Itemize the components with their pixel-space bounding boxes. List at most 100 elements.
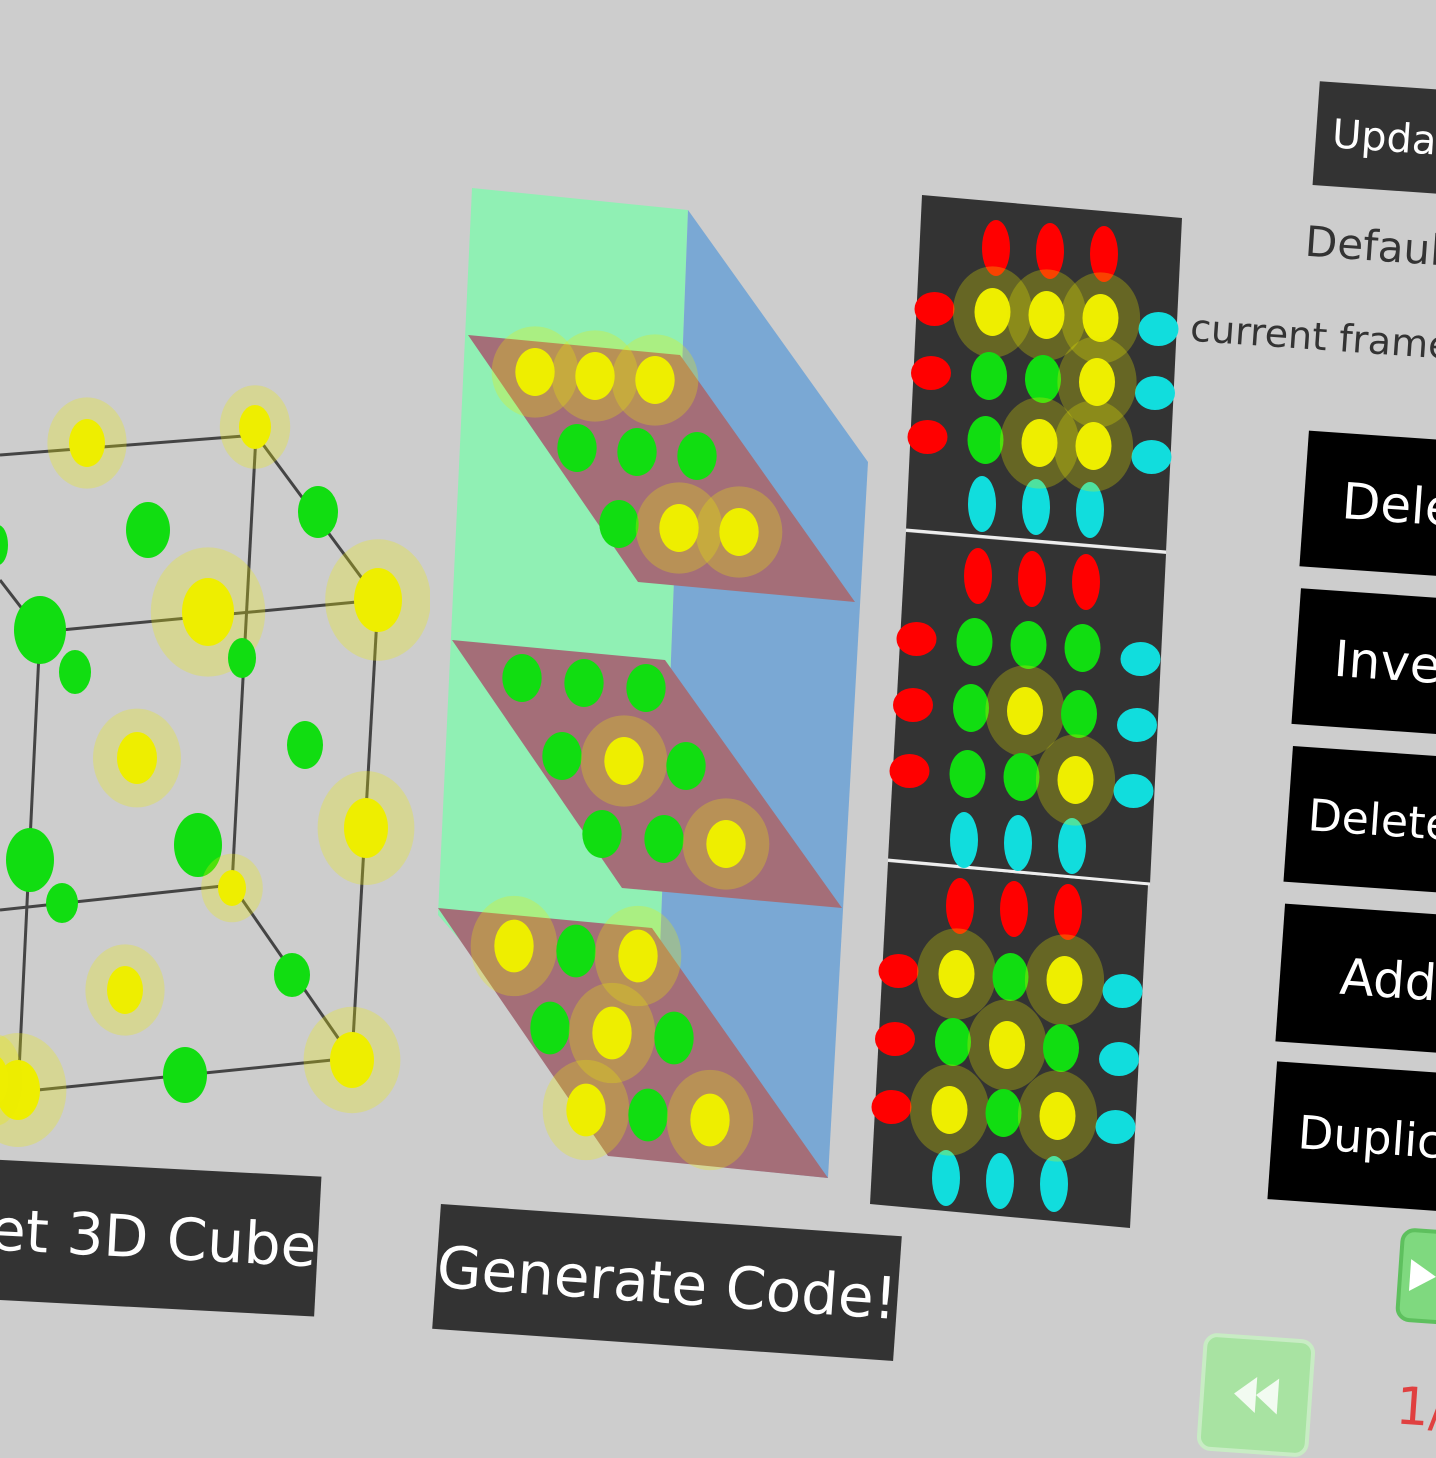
frame-led[interactable] <box>1040 1156 1068 1212</box>
cube-led[interactable] <box>69 419 105 467</box>
frame-led[interactable] <box>992 953 1029 1001</box>
layer-led[interactable] <box>530 1001 570 1055</box>
frame-led[interactable] <box>1099 1042 1139 1076</box>
frame-led[interactable] <box>1018 551 1046 607</box>
frame-led[interactable] <box>1135 376 1175 410</box>
layer-led[interactable] <box>659 504 699 552</box>
layer-led[interactable] <box>618 929 658 983</box>
frame-led[interactable] <box>956 618 993 666</box>
layer-led[interactable] <box>677 432 717 480</box>
frame-led[interactable] <box>1046 956 1083 1004</box>
layer-led[interactable] <box>604 737 644 785</box>
frame-led[interactable] <box>971 352 1007 400</box>
frame-led[interactable] <box>938 950 975 998</box>
frame-led[interactable] <box>1131 440 1172 474</box>
cube-led[interactable] <box>274 953 310 997</box>
frame-led[interactable] <box>1064 624 1101 672</box>
update-button[interactable]: Update <box>1312 81 1436 195</box>
frame-led[interactable] <box>1058 818 1086 874</box>
frame-led[interactable] <box>950 812 978 868</box>
cube-led[interactable] <box>298 486 338 538</box>
frame-led[interactable] <box>968 476 996 532</box>
frame-led[interactable] <box>914 292 955 326</box>
cube-led[interactable] <box>163 1047 207 1103</box>
layer-led[interactable] <box>706 820 746 868</box>
layer-led[interactable] <box>719 508 759 556</box>
play-button[interactable] <box>1394 1227 1436 1327</box>
frame-led[interactable] <box>1007 687 1043 735</box>
frame-led[interactable] <box>1004 815 1032 871</box>
cube-led[interactable] <box>287 721 323 769</box>
cube-led[interactable] <box>218 870 246 906</box>
frame-led[interactable] <box>1025 355 1061 403</box>
delete-layer-button[interactable]: Delete L <box>1283 745 1436 895</box>
layer-led[interactable] <box>628 1088 668 1142</box>
frame-led[interactable] <box>986 1153 1014 1209</box>
frame-led[interactable] <box>1075 422 1112 470</box>
layer-led[interactable] <box>557 424 597 472</box>
frame-led[interactable] <box>967 416 1004 464</box>
frame-led[interactable] <box>1072 554 1100 610</box>
frame-led[interactable] <box>893 688 933 722</box>
frame-led[interactable] <box>1061 690 1097 738</box>
frame-led[interactable] <box>1043 1024 1079 1072</box>
layer-led[interactable] <box>666 742 706 790</box>
frame-led[interactable] <box>953 684 989 732</box>
frame-led[interactable] <box>964 548 992 604</box>
frame-led[interactable] <box>1095 1110 1136 1144</box>
layer-led[interactable] <box>599 500 639 548</box>
frame-led[interactable] <box>935 1018 971 1066</box>
frame-led[interactable] <box>1057 756 1094 804</box>
frame-led[interactable] <box>1003 753 1040 801</box>
layer-led[interactable] <box>592 1006 632 1060</box>
add-button[interactable]: Add L <box>1275 903 1436 1055</box>
generate-code-button[interactable]: Generate Code! <box>432 1204 902 1361</box>
frame-led[interactable] <box>1138 312 1179 346</box>
layer-led[interactable] <box>494 919 534 973</box>
layer-led[interactable] <box>626 664 666 712</box>
rewind-button[interactable] <box>1196 1332 1316 1458</box>
frame-led[interactable] <box>871 1090 912 1124</box>
frame-led[interactable] <box>1117 708 1157 742</box>
layer-stack-view[interactable] <box>430 180 880 1190</box>
frame-led[interactable] <box>1000 881 1028 937</box>
frame-preview-list[interactable] <box>868 190 1188 1235</box>
frame-led[interactable] <box>1028 291 1065 339</box>
frame-led[interactable] <box>1082 294 1119 342</box>
cube-leds[interactable] <box>0 385 430 1147</box>
layer-led[interactable] <box>582 810 622 858</box>
cube-led[interactable] <box>330 1032 374 1088</box>
cube-led[interactable] <box>0 525 8 565</box>
cube-led[interactable] <box>354 568 402 632</box>
frame-led[interactable] <box>989 1021 1025 1069</box>
cube-led[interactable] <box>14 596 66 664</box>
frame-led[interactable] <box>1054 884 1082 940</box>
frame-led[interactable] <box>1102 974 1143 1008</box>
cube-led[interactable] <box>117 732 157 784</box>
frame-led[interactable] <box>889 754 930 788</box>
layer-led[interactable] <box>542 732 582 780</box>
frame-led[interactable] <box>911 356 951 390</box>
layer-led[interactable] <box>556 924 596 978</box>
frame-led[interactable] <box>931 1086 968 1134</box>
frame-led[interactable] <box>932 1150 960 1206</box>
invert-button[interactable]: Inver <box>1291 588 1436 736</box>
cube-led[interactable] <box>344 798 388 858</box>
frame-led[interactable] <box>985 1089 1022 1137</box>
layer-led[interactable] <box>564 659 604 707</box>
layer-led[interactable] <box>617 428 657 476</box>
frame-led[interactable] <box>1113 774 1154 808</box>
cube-led[interactable] <box>126 502 170 558</box>
frame-led[interactable] <box>1120 642 1161 676</box>
frame-led[interactable] <box>974 288 1011 336</box>
frame-led[interactable] <box>896 622 937 656</box>
cube-led[interactable] <box>107 966 143 1014</box>
cube-led[interactable] <box>239 405 271 449</box>
duplicate-button[interactable]: Duplicat <box>1267 1061 1436 1213</box>
cube-led[interactable] <box>59 650 91 694</box>
layer-led[interactable] <box>644 815 684 863</box>
delete-frame-button[interactable]: Delet <box>1299 430 1436 578</box>
layer-led[interactable] <box>575 352 615 400</box>
layer-led[interactable] <box>635 356 675 404</box>
layer-led[interactable] <box>502 654 542 702</box>
